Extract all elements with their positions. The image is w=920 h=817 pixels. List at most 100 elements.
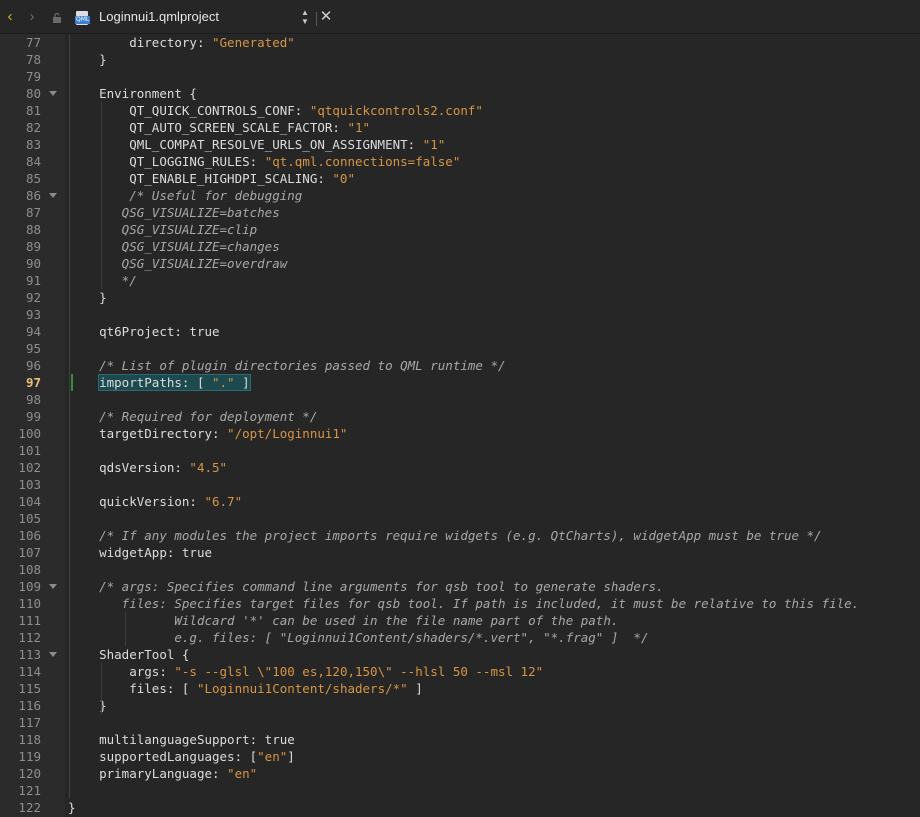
selected-text[interactable]: importPaths: [ "." ]: [98, 374, 251, 391]
code-line[interactable]: 115 files: [ "Loginnui1Content/shaders/*…: [0, 680, 920, 697]
code-line[interactable]: 104 quickVersion: "6.7": [0, 493, 920, 510]
code-line[interactable]: 111 Wildcard '*' can be used in the file…: [0, 612, 920, 629]
code-line[interactable]: 122}: [0, 799, 920, 816]
code-text[interactable]: QT_AUTO_SCREEN_SCALE_FACTOR: "1": [69, 119, 370, 136]
code-text[interactable]: files: [ "Loginnui1Content/shaders/*" ]: [69, 680, 423, 697]
code-text[interactable]: quickVersion: "6.7": [69, 493, 242, 510]
code-line[interactable]: 81 QT_QUICK_CONTROLS_CONF: "qtquickcontr…: [0, 102, 920, 119]
back-arrow-icon[interactable]: ‹: [2, 0, 18, 34]
code-line[interactable]: 116 }: [0, 697, 920, 714]
code-line[interactable]: 77 directory: "Generated": [0, 34, 920, 51]
code-line[interactable]: 114 args: "-s --glsl \"100 es,120,150\" …: [0, 663, 920, 680]
code-text[interactable]: }: [69, 51, 107, 68]
file-selector-updown-icon[interactable]: ▲ ▼: [300, 8, 310, 28]
code-text[interactable]: widgetApp: true: [69, 544, 212, 561]
code-line[interactable]: 118 multilanguageSupport: true: [0, 731, 920, 748]
code-text[interactable]: /* List of plugin directories passed to …: [69, 357, 505, 374]
code-line[interactable]: 83 QML_COMPAT_RESOLVE_URLS_ON_ASSIGNMENT…: [0, 136, 920, 153]
code-text[interactable]: targetDirectory: "/opt/Loginnui1": [69, 425, 347, 442]
code-line[interactable]: 97 importPaths: [ "." ]: [0, 374, 920, 391]
code-text[interactable]: [69, 476, 99, 493]
code-text[interactable]: files: Specifies target files for qsb to…: [69, 595, 860, 612]
code-line[interactable]: 107 widgetApp: true: [0, 544, 920, 561]
close-file-button[interactable]: ✕: [319, 0, 333, 34]
code-line[interactable]: 110 files: Specifies target files for qs…: [0, 595, 920, 612]
code-line[interactable]: 112 e.g. files: [ "Loginnui1Content/shad…: [0, 629, 920, 646]
code-text[interactable]: [69, 561, 99, 578]
code-line[interactable]: 103: [0, 476, 920, 493]
code-line[interactable]: 86 /* Useful for debugging: [0, 187, 920, 204]
code-text[interactable]: QT_QUICK_CONTROLS_CONF: "qtquickcontrols…: [69, 102, 483, 119]
forward-arrow-icon[interactable]: ›: [24, 0, 40, 34]
code-line[interactable]: 117: [0, 714, 920, 731]
code-text[interactable]: ShaderTool {: [69, 646, 189, 663]
code-line[interactable]: 101: [0, 442, 920, 459]
code-text[interactable]: e.g. files: [ "Loginnui1Content/shaders/…: [69, 629, 648, 646]
code-line[interactable]: 80 Environment {: [0, 85, 920, 102]
fold-arrow-icon[interactable]: [49, 652, 57, 657]
code-text[interactable]: qt6Project: true: [69, 323, 219, 340]
code-text[interactable]: supportedLanguages: ["en"]: [69, 748, 295, 765]
code-line[interactable]: 94 qt6Project: true: [0, 323, 920, 340]
fold-arrow-icon[interactable]: [49, 193, 57, 198]
code-text[interactable]: Wildcard '*' can be used in the file nam…: [69, 612, 618, 629]
code-line[interactable]: 99 /* Required for deployment */: [0, 408, 920, 425]
open-file-name[interactable]: Loginnui1.qmlproject: [99, 0, 219, 34]
code-text[interactable]: importPaths: [ "." ]: [69, 374, 251, 391]
code-line[interactable]: 120 primaryLanguage: "en": [0, 765, 920, 782]
code-line[interactable]: 84 QT_LOGGING_RULES: "qt.qml.connections…: [0, 153, 920, 170]
code-line[interactable]: 85 QT_ENABLE_HIGHDPI_SCALING: "0": [0, 170, 920, 187]
code-line[interactable]: 121: [0, 782, 920, 799]
code-line[interactable]: 79: [0, 68, 920, 85]
code-text[interactable]: /* args: Specifies command line argument…: [69, 578, 663, 595]
code-text[interactable]: args: "-s --glsl \"100 es,120,150\" --hl…: [69, 663, 543, 680]
code-text[interactable]: primaryLanguage: "en": [69, 765, 257, 782]
code-line[interactable]: 109 /* args: Specifies command line argu…: [0, 578, 920, 595]
code-text[interactable]: [69, 510, 99, 527]
code-text[interactable]: Environment {: [69, 85, 197, 102]
code-line[interactable]: 105: [0, 510, 920, 527]
code-text[interactable]: }: [69, 289, 107, 306]
code-line[interactable]: 88 QSG_VISUALIZE=clip: [0, 221, 920, 238]
code-line[interactable]: 95: [0, 340, 920, 357]
code-line[interactable]: 102 qdsVersion: "4.5": [0, 459, 920, 476]
code-text[interactable]: [69, 391, 99, 408]
fold-arrow-icon[interactable]: [49, 584, 57, 589]
code-line[interactable]: 82 QT_AUTO_SCREEN_SCALE_FACTOR: "1": [0, 119, 920, 136]
code-line[interactable]: 98: [0, 391, 920, 408]
code-line[interactable]: 89 QSG_VISUALIZE=changes: [0, 238, 920, 255]
code-text[interactable]: QT_ENABLE_HIGHDPI_SCALING: "0": [69, 170, 355, 187]
code-text[interactable]: qdsVersion: "4.5": [69, 459, 227, 476]
code-line[interactable]: 113 ShaderTool {: [0, 646, 920, 663]
code-line[interactable]: 93: [0, 306, 920, 323]
code-line[interactable]: 119 supportedLanguages: ["en"]: [0, 748, 920, 765]
code-line[interactable]: 106 /* If any modules the project import…: [0, 527, 920, 544]
code-line[interactable]: 91 */: [0, 272, 920, 289]
code-line[interactable]: 96 /* List of plugin directories passed …: [0, 357, 920, 374]
code-text[interactable]: /* Required for deployment */: [69, 408, 317, 425]
code-text[interactable]: [69, 306, 99, 323]
code-text[interactable]: /* Useful for debugging: [69, 187, 302, 204]
code-text[interactable]: [69, 340, 99, 357]
code-text[interactable]: QT_LOGGING_RULES: "qt.qml.connections=fa…: [69, 153, 460, 170]
code-line[interactable]: 78 }: [0, 51, 920, 68]
code-text[interactable]: }: [68, 799, 76, 816]
code-text[interactable]: /* If any modules the project imports re…: [69, 527, 821, 544]
code-line[interactable]: 92 }: [0, 289, 920, 306]
code-text[interactable]: [69, 782, 99, 799]
code-editor[interactable]: 77 directory: "Generated" 78 } 79 80 Envir…: [0, 34, 920, 817]
lock-icon[interactable]: [52, 13, 62, 23]
code-text[interactable]: [69, 68, 99, 85]
code-line[interactable]: 90 QSG_VISUALIZE=overdraw: [0, 255, 920, 272]
code-line[interactable]: 108: [0, 561, 920, 578]
code-text[interactable]: multilanguageSupport: true: [69, 731, 295, 748]
code-text[interactable]: QML_COMPAT_RESOLVE_URLS_ON_ASSIGNMENT: "…: [69, 136, 445, 153]
code-text[interactable]: [69, 714, 99, 731]
fold-arrow-icon[interactable]: [49, 91, 57, 96]
code-text[interactable]: [69, 442, 99, 459]
code-text[interactable]: QSG_VISUALIZE=clip: [69, 221, 257, 238]
code-line[interactable]: 87 QSG_VISUALIZE=batches: [0, 204, 920, 221]
code-text[interactable]: */: [69, 272, 137, 289]
code-line[interactable]: 100 targetDirectory: "/opt/Loginnui1": [0, 425, 920, 442]
code-text[interactable]: directory: "Generated": [69, 34, 295, 51]
